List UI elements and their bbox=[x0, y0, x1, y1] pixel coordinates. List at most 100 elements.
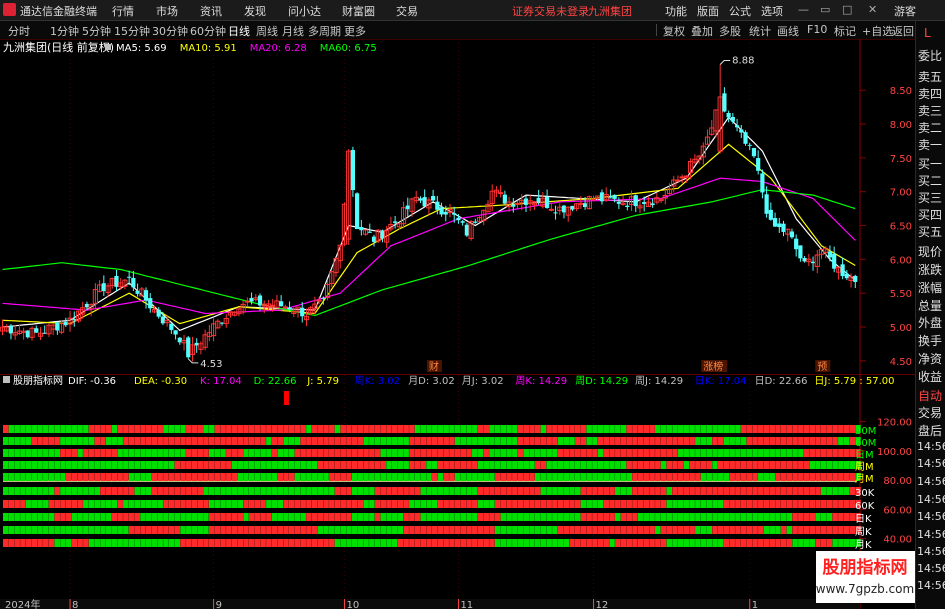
state-cell bbox=[512, 473, 518, 481]
state-cell bbox=[237, 513, 244, 521]
state-cell bbox=[277, 437, 284, 445]
state-cell bbox=[443, 425, 449, 433]
menu-layout[interactable]: 版面 bbox=[697, 3, 719, 19]
state-cell bbox=[592, 425, 598, 433]
state-cell bbox=[512, 513, 518, 521]
state-cell bbox=[226, 473, 232, 481]
overlay-button[interactable]: 叠加 bbox=[691, 23, 713, 39]
state-cell bbox=[637, 513, 644, 521]
candle bbox=[160, 316, 166, 324]
menu-wealth[interactable]: 财富圈 bbox=[342, 3, 375, 19]
state-cell bbox=[500, 539, 507, 547]
tab-more[interactable]: 更多 bbox=[344, 23, 366, 39]
state-cell bbox=[386, 487, 392, 495]
candle bbox=[422, 197, 427, 207]
menu-function[interactable]: 功能 bbox=[665, 3, 687, 19]
state-cell bbox=[798, 461, 804, 469]
tab-5min[interactable]: 5分钟 bbox=[82, 23, 111, 39]
state-cell bbox=[208, 500, 215, 508]
candle bbox=[751, 148, 757, 157]
state-cell bbox=[489, 449, 495, 457]
add-watchlist-button[interactable]: +自选 bbox=[862, 23, 893, 39]
state-cell bbox=[718, 449, 724, 457]
candle bbox=[544, 196, 550, 208]
menu-quotes[interactable]: 行情 bbox=[112, 3, 134, 19]
state-cell bbox=[832, 526, 838, 534]
price-tick-label: 8.00 bbox=[890, 120, 912, 131]
tab-monthly[interactable]: 月线 bbox=[282, 23, 304, 39]
state-cell bbox=[449, 539, 455, 547]
menu-formula[interactable]: 公式 bbox=[729, 3, 751, 19]
tab-weekly[interactable]: 周线 bbox=[256, 23, 278, 39]
candle bbox=[460, 221, 465, 223]
candle bbox=[747, 144, 752, 146]
menu-trade[interactable]: 交易 bbox=[396, 3, 418, 19]
state-cell bbox=[311, 539, 318, 547]
state-cell bbox=[494, 437, 501, 445]
state-cell bbox=[580, 449, 587, 457]
state-cell bbox=[529, 461, 535, 469]
state-cell bbox=[426, 449, 432, 457]
minimize-icon[interactable]: — bbox=[798, 3, 809, 16]
menu-market[interactable]: 市场 bbox=[156, 3, 178, 19]
tab-30min[interactable]: 30分钟 bbox=[152, 23, 188, 39]
state-cell bbox=[626, 539, 632, 547]
high-marker-line bbox=[719, 60, 731, 65]
maximize-icon[interactable]: □ bbox=[842, 3, 852, 16]
quote-label: 卖五 bbox=[918, 70, 943, 84]
close-icon[interactable]: ✕ bbox=[868, 3, 877, 16]
state-cell bbox=[689, 473, 695, 481]
state-cell bbox=[414, 425, 421, 433]
tab-15min[interactable]: 15分钟 bbox=[114, 23, 150, 39]
menu-stock-name: 九洲集团 bbox=[588, 5, 632, 18]
stats-button[interactable]: 统计 bbox=[749, 23, 771, 39]
tab-intraday[interactable]: 分时 bbox=[8, 23, 30, 39]
state-cell bbox=[832, 473, 838, 481]
state-cell bbox=[477, 461, 484, 469]
state-cell bbox=[100, 461, 106, 469]
state-cell bbox=[517, 473, 524, 481]
tab-1min[interactable]: 1分钟 bbox=[50, 23, 79, 39]
candle bbox=[739, 129, 744, 133]
state-cell bbox=[735, 473, 741, 481]
state-cell bbox=[391, 461, 398, 469]
back-button[interactable]: 返回 bbox=[892, 23, 914, 39]
state-cell bbox=[391, 526, 398, 534]
tab-60min[interactable]: 60分钟 bbox=[190, 23, 226, 39]
state-cell bbox=[117, 461, 123, 469]
state-cell bbox=[25, 449, 32, 457]
login-notice[interactable]: 证券交易未登录 bbox=[512, 3, 589, 19]
state-cell bbox=[786, 513, 793, 521]
state-cell bbox=[780, 437, 787, 445]
tab-daily[interactable]: 日线 bbox=[228, 23, 250, 39]
f10-button[interactable]: F10 bbox=[807, 23, 827, 36]
state-cell bbox=[735, 425, 741, 433]
adjust-button[interactable]: 复权 bbox=[663, 23, 685, 39]
state-cell bbox=[283, 449, 289, 457]
user-label[interactable]: 游客 bbox=[894, 3, 916, 19]
state-cell bbox=[769, 425, 775, 433]
candle bbox=[55, 322, 60, 331]
menu-news[interactable]: 资讯 bbox=[200, 3, 222, 19]
mark-button[interactable]: 标记 bbox=[834, 23, 856, 39]
candle bbox=[794, 238, 799, 250]
state-cell bbox=[231, 437, 238, 445]
state-cell bbox=[300, 539, 306, 547]
state-cell bbox=[523, 526, 530, 534]
state-cell bbox=[792, 487, 798, 495]
menu-discover[interactable]: 发现 bbox=[244, 3, 266, 19]
state-cell bbox=[620, 526, 627, 534]
state-cell bbox=[323, 539, 329, 547]
state-cell bbox=[786, 473, 793, 481]
menu-options[interactable]: 选项 bbox=[761, 3, 783, 19]
multi-stock-button[interactable]: 多股 bbox=[719, 23, 741, 39]
menu-ask[interactable]: 问小达 bbox=[288, 3, 321, 19]
chart-area[interactable]: 九洲集团(日线 前复权) MA5: 5.69 MA10: 5.91 MA20: 6.2… bbox=[0, 39, 915, 609]
state-cell bbox=[25, 513, 32, 521]
tab-multi-period[interactable]: 多周期 bbox=[308, 23, 341, 39]
draw-button[interactable]: 画线 bbox=[777, 23, 799, 39]
state-cell bbox=[649, 513, 655, 521]
state-cell bbox=[48, 425, 55, 433]
window-icon[interactable]: ▭ bbox=[820, 3, 830, 16]
state-cell bbox=[3, 437, 9, 445]
